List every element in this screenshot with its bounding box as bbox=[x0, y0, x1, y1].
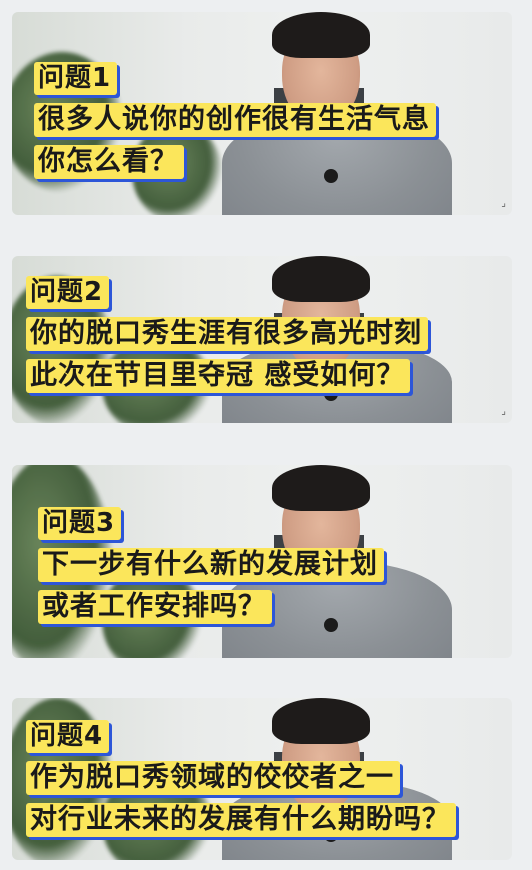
question-line-1: 作为脱口秀领域的佼佼者之一 bbox=[26, 761, 400, 795]
question-line-1: 你的脱口秀生涯有很多高光时刻 bbox=[26, 317, 428, 351]
caption: 问题3 下一步有什么新的发展计划 或者工作安排吗？ bbox=[38, 507, 384, 624]
question-line-1: 下一步有什么新的发展计划 bbox=[38, 548, 384, 582]
question-line-2: 对行业未来的发展有什么期盼吗？ bbox=[26, 803, 456, 837]
caption: 问题4 作为脱口秀领域的佼佼者之一 对行业未来的发展有什么期盼吗？ bbox=[26, 720, 456, 837]
question-line-2: 或者工作安排吗？ bbox=[38, 590, 272, 624]
caption: 问题1 很多人说你的创作很有生活气息 你怎么看？ bbox=[34, 62, 436, 179]
question-line-2: 此次在节目里夺冠 感受如何？ bbox=[26, 359, 411, 393]
resize-handle-icon: ⌟ bbox=[501, 406, 506, 417]
video-frame-3[interactable]: 问题3 下一步有什么新的发展计划 或者工作安排吗？ bbox=[12, 465, 512, 658]
resize-handle-icon: ⌟ bbox=[501, 198, 506, 209]
video-frame-2[interactable]: 问题2 你的脱口秀生涯有很多高光时刻 此次在节目里夺冠 感受如何？ ⌟ bbox=[12, 256, 512, 423]
question-label: 问题1 bbox=[34, 62, 118, 95]
video-frame-1[interactable]: 问题1 很多人说你的创作很有生活气息 你怎么看？ ⌟ bbox=[12, 12, 512, 215]
question-label: 问题4 bbox=[26, 720, 110, 753]
question-line-2: 你怎么看？ bbox=[34, 145, 184, 179]
caption: 问题2 你的脱口秀生涯有很多高光时刻 此次在节目里夺冠 感受如何？ bbox=[26, 276, 428, 393]
question-label: 问题2 bbox=[26, 276, 110, 309]
video-frame-4[interactable]: 问题4 作为脱口秀领域的佼佼者之一 对行业未来的发展有什么期盼吗？ bbox=[12, 698, 512, 860]
question-label: 问题3 bbox=[38, 507, 122, 540]
question-line-1: 很多人说你的创作很有生活气息 bbox=[34, 103, 436, 137]
